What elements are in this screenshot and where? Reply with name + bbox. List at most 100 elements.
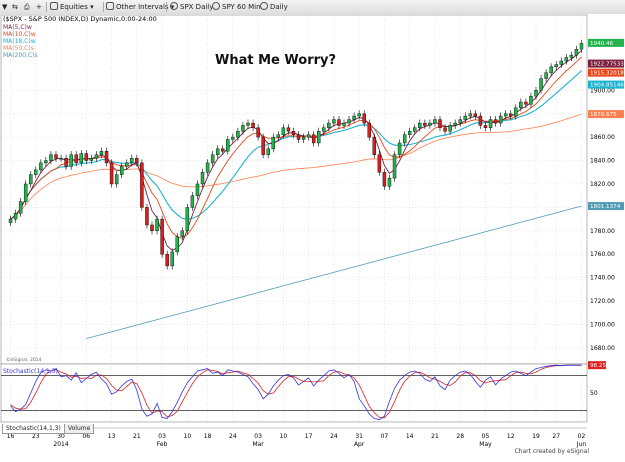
candle-up — [281, 127, 286, 135]
candle-down — [438, 119, 442, 128]
candle-up — [306, 134, 311, 138]
candle-up — [125, 162, 129, 167]
candle-up — [332, 119, 336, 124]
candle-up — [301, 136, 306, 140]
candle-down — [64, 158, 68, 167]
candle-up — [215, 148, 220, 155]
add-icon[interactable]: + — [36, 1, 42, 13]
date-tick-label: 17 — [305, 433, 313, 440]
date-tick-label: 16 — [7, 433, 15, 440]
equities-icon — [50, 2, 58, 10]
price-tick-label: 1700.00 — [590, 322, 615, 329]
candle-up — [327, 122, 331, 128]
date-tick-label: 06 — [82, 433, 90, 440]
tab-stochastic[interactable]: Stochastic(14,1,3) — [2, 424, 65, 434]
daily-label: Daily — [270, 3, 288, 11]
candle-up — [357, 113, 361, 117]
candle-up — [569, 54, 574, 58]
candle-up — [413, 127, 417, 132]
candle-up — [226, 139, 230, 152]
date-tick-label: 18 — [204, 433, 212, 440]
candle-down — [135, 158, 139, 164]
candle-up — [200, 172, 205, 185]
candle-up — [18, 201, 23, 214]
month-label: Apr — [354, 441, 365, 448]
candle-down — [286, 127, 291, 132]
intervals-icon — [106, 2, 114, 10]
price-tick-label: 1680.00 — [590, 345, 615, 352]
daily-button[interactable]: Daily — [260, 1, 288, 13]
candle-up — [69, 154, 73, 167]
candle-up — [402, 134, 407, 144]
candle-down — [362, 113, 366, 124]
candle-down — [251, 122, 255, 128]
arrow-icon[interactable]: ▼ — [2, 1, 7, 13]
candle-up — [539, 78, 543, 91]
spy-60-min-button[interactable]: SPY 60 Min — [212, 1, 261, 13]
candle-up — [44, 160, 48, 164]
candle-down — [140, 162, 144, 208]
candle-down — [54, 154, 58, 159]
candle-up — [114, 174, 119, 185]
candle-down — [483, 125, 488, 128]
candle-down — [291, 131, 296, 135]
candle-up — [322, 127, 326, 132]
last-value-label: 1940.46 — [590, 41, 614, 47]
candle-up — [498, 115, 503, 124]
price-chart[interactable]: 1680.00 1700.00 1720.00 1740.00 1760.00 1780.… — [0, 14, 625, 458]
candle-up — [453, 122, 457, 126]
candle-up — [49, 154, 53, 161]
candle-down — [478, 115, 483, 126]
tab-volume[interactable]: Volume — [64, 424, 95, 434]
candle-up — [574, 49, 579, 56]
last-value-label: 1904.85146 — [590, 83, 624, 89]
legend-ma5: MA(5,C)w — [3, 24, 32, 31]
legend-ma10: MA(10,C)w — [3, 31, 36, 38]
spx-daily-button[interactable]: SPX Daily — [170, 1, 213, 13]
candle-up — [564, 57, 569, 62]
candle-up — [210, 154, 215, 164]
candle-up — [175, 236, 179, 253]
candle-up — [317, 131, 321, 144]
candle-up — [59, 158, 63, 160]
candle-down — [165, 254, 169, 267]
print-icon[interactable]: ⎙ — [24, 1, 30, 13]
candle-up — [23, 183, 28, 202]
candle-up — [347, 119, 351, 124]
candle-up — [448, 125, 452, 132]
date-tick-label: 30 — [57, 433, 65, 440]
date-tick-label: 23 — [32, 433, 40, 440]
candle-up — [276, 134, 281, 138]
candle-down — [423, 122, 427, 126]
candle-up — [205, 162, 210, 173]
equities-menu-button[interactable]: Equities ▾ — [50, 1, 94, 13]
clock-icon — [212, 2, 220, 10]
candle-up — [190, 195, 195, 208]
price-tick-label: 1720.00 — [590, 298, 615, 305]
last-value-label: 1879.675 — [590, 112, 617, 118]
candle-up — [342, 122, 346, 126]
candle-up — [433, 119, 437, 124]
candle-down — [145, 207, 149, 226]
candle-up — [529, 95, 533, 105]
chart-window[interactable]: 1680.00 1700.00 1720.00 1740.00 1760.00 1780.… — [0, 14, 625, 458]
candle-up — [579, 43, 584, 50]
candle-up — [549, 66, 553, 73]
candle-up — [130, 158, 134, 164]
date-tick-label: 28 — [456, 433, 464, 440]
candle-down — [509, 113, 513, 117]
candle-up — [195, 183, 200, 196]
candle-up — [503, 113, 508, 117]
footer-credit: Chart created by eSignal — [514, 448, 589, 455]
price-tick-label: 1860.00 — [590, 134, 615, 141]
other-intervals-button[interactable]: Other Intervals ▾ — [106, 1, 174, 13]
date-tick-label: 19 — [532, 433, 540, 440]
candle-up — [266, 148, 270, 155]
link-icon[interactable]: ⇆ — [12, 1, 18, 13]
last-value-label: 1915.32018 — [590, 71, 624, 77]
month-label: Mar — [252, 441, 264, 448]
date-tick-label: 21 — [431, 433, 439, 440]
candle-up — [99, 150, 104, 155]
candle-up — [544, 72, 548, 79]
candle-down — [74, 154, 78, 164]
